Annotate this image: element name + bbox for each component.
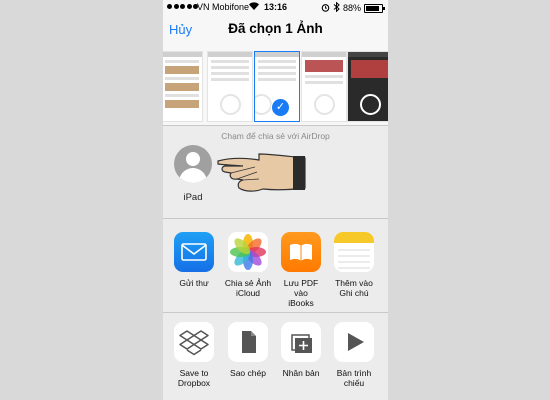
action-save-to-dropbox[interactable]: Save to Dropbox [169,322,219,388]
copy-icon [228,322,268,362]
share-icloud-photos[interactable]: Chia sẻ Ảnh iCloud [223,232,273,298]
share-app-label: Gửi thư [179,278,209,288]
alarm-icon [321,3,330,14]
ibooks-icon [281,232,321,272]
share-ibooks[interactable]: Lưu PDF vào iBooks [276,232,326,308]
mail-icon [174,232,214,272]
photo-thumbnail[interactable] [207,51,253,122]
photo-thumbnail[interactable] [163,51,203,122]
airdrop-hint: Chạm để chia sẻ với AirDrop [221,131,330,141]
action-label: Sao chép [230,368,266,378]
bluetooth-icon [333,1,340,14]
action-label: Save to Dropbox [177,368,211,388]
carrier-name: VN Mobifone [197,2,250,12]
share-notes[interactable]: Thêm vào Ghi chú [329,232,379,298]
action-copy[interactable]: Sao chép [223,322,273,378]
duplicate-icon [281,322,321,362]
share-app-label: Lưu PDF vào iBooks [283,278,319,308]
airdrop-device-avatar[interactable] [174,145,212,183]
photo-strip[interactable]: ✓ [163,43,388,125]
actions-row: Save to Dropbox Sao chép Nhân bản Bản tr… [163,312,388,400]
dropbox-icon [174,322,214,362]
signal-dots-icon [167,4,198,9]
photos-icon [228,232,268,272]
action-label: Nhân bản [282,368,320,378]
action-label: Bản trình chiếu [336,368,372,388]
share-app-label: Thêm vào Ghi chú [335,278,373,298]
status-bar: VN Mobifone 13:16 88% [163,0,388,15]
phone-screen: VN Mobifone 13:16 88% Hủy Đã chọn 1 Ảnh [163,0,388,400]
share-app-label: Chia sẻ Ảnh iCloud [224,278,272,298]
battery-icon [364,3,385,13]
airdrop-device-name: iPad [183,192,203,203]
slideshow-icon [334,322,374,362]
notes-icon [334,232,374,272]
backdrop-left [0,0,163,400]
action-duplicate[interactable]: Nhân bản [276,322,326,378]
photo-thumbnail[interactable] [347,51,388,122]
photo-thumbnail[interactable] [301,51,347,122]
pointing-hand-icon [215,152,307,201]
share-mail[interactable]: Gửi thư [169,232,219,288]
share-apps-row: Gửi thư Chia sẻ Ảnh iCloud Lưu PDF vào i… [163,218,388,312]
clock-time: 13:16 [264,2,288,12]
backdrop-right [388,0,550,400]
selected-checkmark-icon: ✓ [271,98,290,117]
navigation-bar: Hủy Đã chọn 1 Ảnh [163,15,388,43]
wifi-icon [248,1,260,13]
page-title: Đã chọn 1 Ảnh [228,21,323,36]
action-slideshow[interactable]: Bản trình chiếu [329,322,379,388]
battery-percent: 88% [342,3,361,13]
divider [163,125,388,126]
